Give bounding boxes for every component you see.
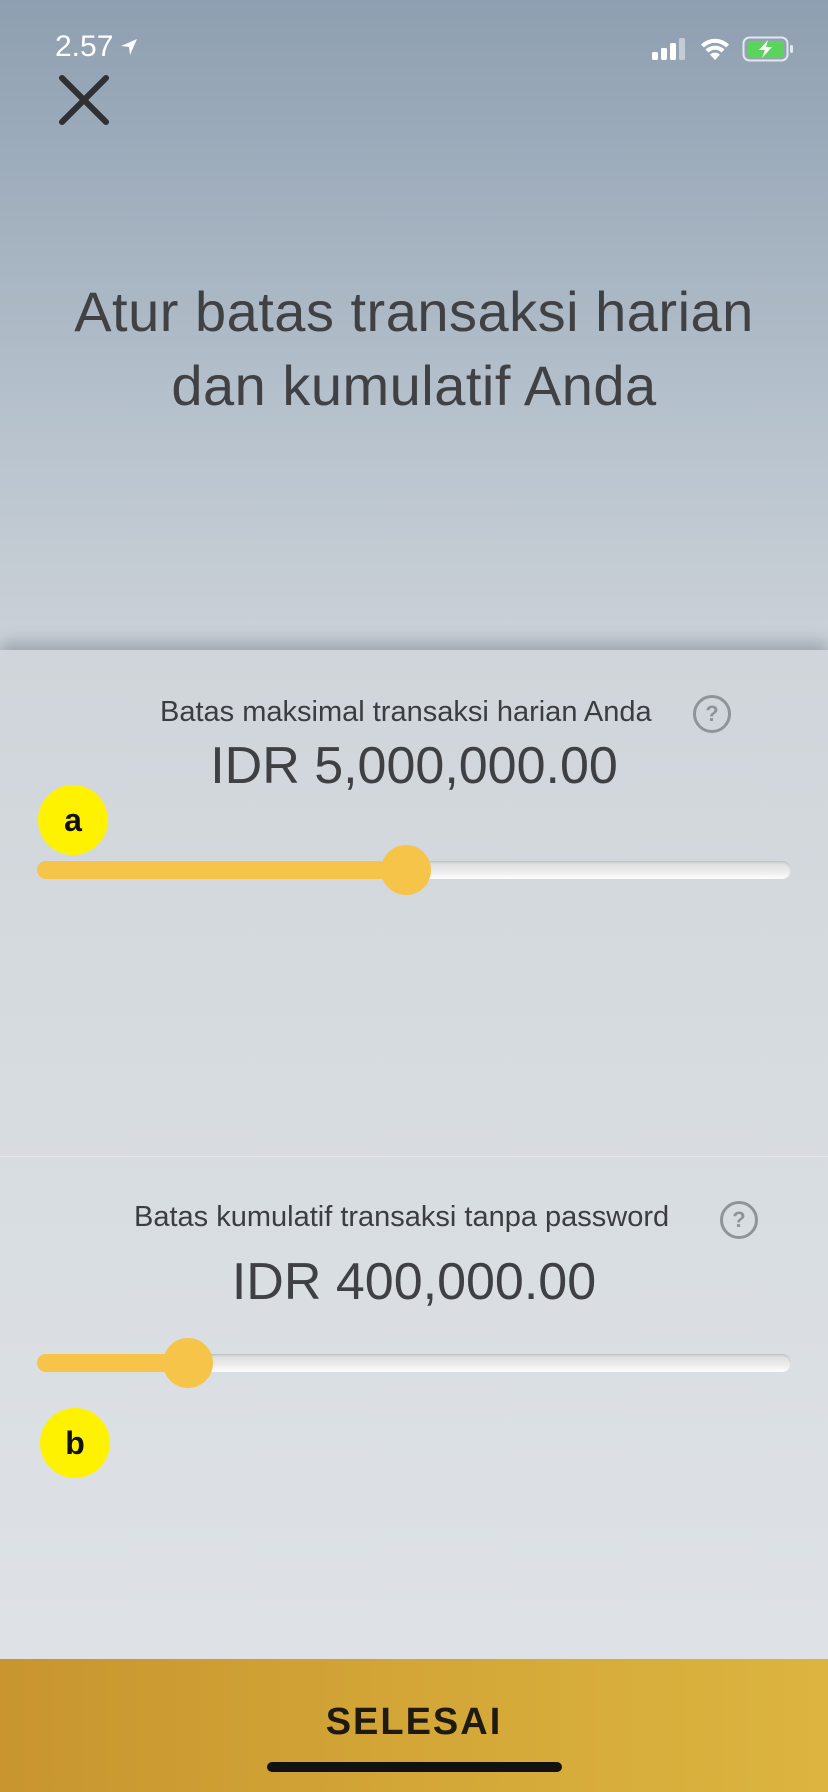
signal-icon	[652, 38, 685, 60]
daily-limit-help-icon[interactable]: ?	[693, 695, 731, 733]
close-button[interactable]	[56, 72, 112, 128]
limits-panel	[0, 650, 828, 1659]
section-divider	[0, 1156, 828, 1157]
location-arrow-icon	[121, 39, 138, 55]
status-icons	[652, 36, 794, 62]
battery-charging-icon	[742, 36, 793, 62]
cumulative-limit-value: IDR 400,000.00	[231, 1253, 597, 1311]
done-button-label: SELESAI	[325, 1701, 503, 1743]
daily-limit-label: Batas maksimal transaksi harian Anda	[160, 696, 652, 728]
status-bar: 2.57	[0, 0, 828, 100]
page-title: Atur batas transaksi harian dan kumulati…	[74, 280, 754, 417]
status-time: 2.57	[55, 30, 114, 63]
cumulative-limit-help-icon[interactable]: ?	[720, 1201, 758, 1239]
daily-limit-slider[interactable]	[37, 845, 791, 895]
cumulative-limit-slider[interactable]	[37, 1338, 791, 1388]
close-icon	[59, 75, 109, 125]
status-time-group: 2.57	[55, 30, 139, 64]
home-indicator	[267, 1762, 562, 1772]
daily-limit-value: IDR 5,000,000.00	[210, 737, 618, 795]
annotation-marker-b: b	[40, 1408, 110, 1478]
cumulative-limit-slider-thumb[interactable]	[162, 1338, 213, 1388]
daily-limit-slider-fill	[37, 861, 407, 879]
wifi-icon	[701, 38, 729, 60]
done-button[interactable]: SELESAI	[0, 1659, 828, 1792]
annotation-marker-a: a	[38, 785, 108, 855]
cumulative-limit-label: Batas kumulatif transaksi tanpa password	[134, 1201, 670, 1233]
